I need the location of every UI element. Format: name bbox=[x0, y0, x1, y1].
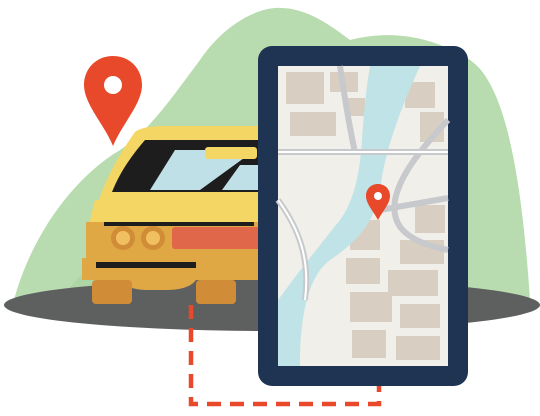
car-grille-line bbox=[104, 222, 254, 226]
map-icon bbox=[275, 65, 451, 366]
car-wheel-right bbox=[196, 280, 236, 304]
location-pin-icon bbox=[84, 56, 142, 146]
car-icon bbox=[82, 126, 270, 304]
tablet-icon bbox=[258, 46, 468, 386]
car-wiper bbox=[205, 147, 257, 159]
car-grille-red bbox=[172, 227, 270, 249]
car-headlight-left-inner bbox=[116, 231, 130, 245]
car-headlight-right-inner bbox=[146, 231, 160, 245]
car-bumper-slot bbox=[96, 262, 196, 268]
illustration-scene bbox=[0, 0, 540, 416]
car-wheel-left bbox=[92, 280, 132, 304]
illustration-canvas bbox=[4, 7, 540, 407]
